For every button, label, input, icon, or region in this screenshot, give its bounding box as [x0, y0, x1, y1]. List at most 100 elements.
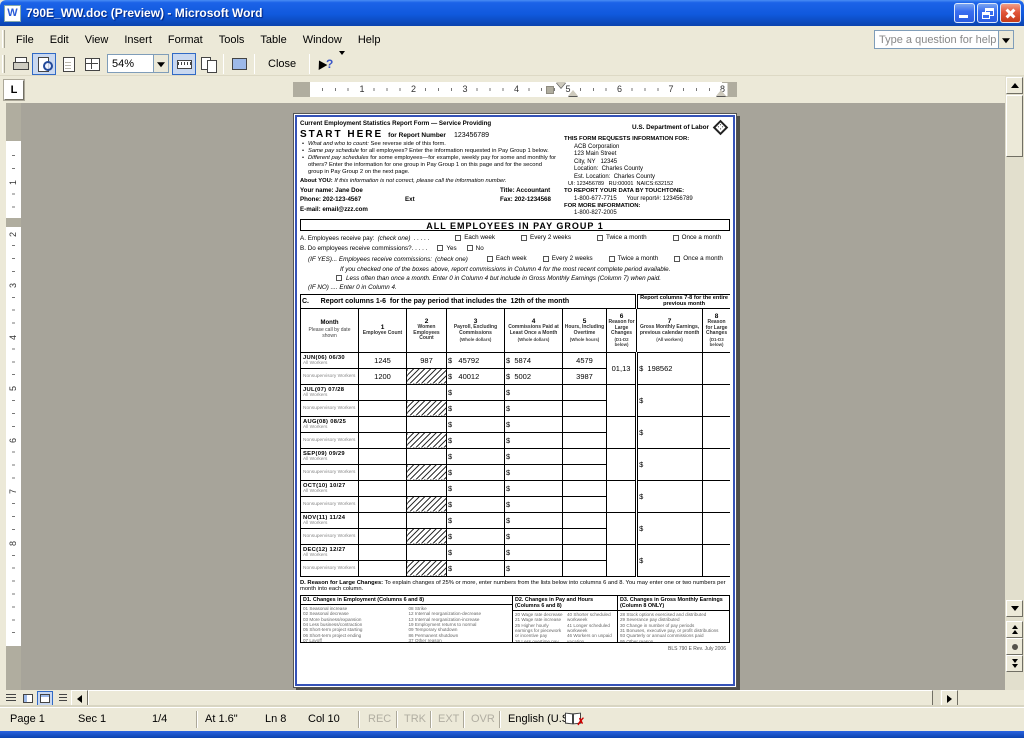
reason-cell-8 [703, 384, 730, 416]
data-cell [407, 368, 447, 384]
next-page-button[interactable] [1006, 655, 1023, 672]
status-ovr-toggle[interactable]: OVR [471, 713, 495, 725]
document-page[interactable]: Current Employment Statistics Report For… [293, 113, 737, 688]
reason-cell-8 [703, 512, 730, 544]
pay-group-header: ALL EMPLOYEES IN PAY GROUP 1 [300, 219, 730, 231]
normal-view-button[interactable] [3, 691, 19, 706]
status-trk-toggle[interactable]: TRK [404, 713, 426, 725]
previous-page-button[interactable] [1006, 621, 1023, 638]
status-page-of: 1/4 [152, 713, 167, 725]
toolbar-options-button[interactable] [339, 55, 345, 73]
data-cell: $ 45792 [447, 352, 505, 368]
d1-box: D1. Changes in Employment (Columns 6 and… [300, 595, 513, 643]
help-dropdown-button[interactable] [998, 31, 1013, 48]
menu-tools[interactable]: Tools [211, 30, 253, 50]
h-ruler-number: 2 [409, 83, 418, 96]
column-header: MonthPlease call by date shown [301, 308, 359, 352]
requests-info-label: THIS FORM REQUESTS INFORMATION FOR: [564, 136, 730, 142]
zoom-dropdown-button[interactable] [153, 55, 168, 72]
data-cell [407, 496, 447, 512]
zoom-combobox[interactable]: 54% [107, 54, 169, 73]
web-layout-icon [23, 694, 33, 703]
menu-view[interactable]: View [77, 30, 117, 50]
tab-stop-selector[interactable]: L [4, 80, 24, 100]
menu-window[interactable]: Window [295, 30, 350, 50]
print-button[interactable] [8, 53, 32, 75]
status-language[interactable]: English (U.S [508, 713, 569, 725]
menu-help[interactable]: Help [350, 30, 389, 50]
help-search-box[interactable]: Type a question for help [874, 30, 1014, 49]
menu-table[interactable]: Table [252, 30, 294, 50]
hanging-indent-marker[interactable] [568, 90, 578, 96]
vertical-scroll-thumb[interactable] [1006, 95, 1023, 157]
checkbox-option: Each week [487, 255, 527, 262]
outline-view-button[interactable] [54, 691, 70, 706]
outline-view-icon [59, 694, 67, 703]
table-column-marker[interactable] [546, 86, 554, 94]
status-ext-toggle[interactable]: EXT [438, 713, 459, 725]
chevron-down-icon [157, 62, 165, 67]
section-d-intro: D. Reason for Large Changes: To explain … [300, 580, 730, 593]
status-rec-toggle[interactable]: REC [368, 713, 391, 725]
data-cell [407, 448, 447, 464]
menu-file[interactable]: File [8, 30, 42, 50]
data-cell [407, 560, 447, 576]
context-help-button[interactable]: ? [313, 53, 337, 75]
horizontal-scroll-track[interactable] [88, 690, 940, 707]
data-cell [359, 416, 407, 432]
spelling-status-icon[interactable]: ✗ [565, 711, 583, 726]
reason-code-item: 37 Other reason [409, 638, 511, 643]
horizontal-scroll-thumb[interactable] [88, 690, 933, 707]
data-cell: $ 5002 [505, 368, 563, 384]
reason-cell [607, 544, 637, 576]
close-preview-button[interactable]: Close [260, 55, 304, 73]
checkbox [609, 256, 615, 262]
data-cell: $ [447, 544, 505, 560]
scroll-left-button[interactable] [71, 690, 88, 707]
scroll-right-button[interactable] [941, 690, 958, 707]
scroll-down-button[interactable] [1006, 600, 1023, 617]
menu-format[interactable]: Format [160, 30, 211, 50]
company-location: Location: Charles County [564, 166, 730, 172]
data-cell: $ [505, 496, 563, 512]
checkbox-option: Twice a month [609, 255, 659, 262]
restore-button[interactable] [977, 3, 998, 23]
multiple-pages-button[interactable] [80, 53, 104, 75]
dol-seal-icon [713, 120, 729, 136]
form-footer: BLS 790 E Rev. July 2006 [300, 646, 730, 652]
first-line-indent-marker[interactable] [556, 82, 566, 88]
close-window-button[interactable] [1000, 3, 1021, 23]
status-page: Page 1 [10, 713, 45, 725]
horizontal-scrollbar[interactable] [0, 690, 1005, 707]
checkbox-label: Every 2 weeks [530, 234, 571, 241]
data-cell: $ [447, 400, 505, 416]
minimize-button[interactable] [954, 3, 975, 23]
vertical-ruler[interactable]: 12345678 [6, 103, 21, 690]
menu-edit[interactable]: Edit [42, 30, 77, 50]
checkbox-label: No [476, 245, 484, 252]
view-ruler-toggle-button[interactable] [172, 53, 196, 75]
menubar-grip-handle[interactable] [2, 30, 5, 48]
one-page-button[interactable] [56, 53, 80, 75]
section-b-options: Each weekEvery 2 weeksTwice a monthOnce … [471, 255, 723, 264]
checkbox-option: Every 2 weeks [543, 255, 593, 262]
shrink-to-fit-button[interactable] [196, 53, 220, 75]
vertical-scrollbar[interactable] [1005, 76, 1024, 690]
d2-box: D2. Changes in Pay and Hours (Columns 6 … [513, 595, 618, 643]
data-cell: 4579 [563, 352, 607, 368]
data-cell: $ [447, 496, 505, 512]
print-layout-view-button[interactable] [37, 691, 53, 706]
bottom-margin-area [6, 646, 21, 690]
horizontal-ruler[interactable]: 12345678 [293, 82, 737, 97]
data-cell: $ [505, 480, 563, 496]
v-ruler-number: 6 [6, 433, 21, 448]
toolbar-grip-handle[interactable] [2, 55, 5, 73]
scroll-up-button[interactable] [1006, 77, 1023, 94]
full-screen-button[interactable] [227, 53, 251, 75]
right-indent-marker[interactable] [716, 90, 726, 96]
menu-insert[interactable]: Insert [116, 30, 160, 50]
select-browse-object-button[interactable] [1006, 638, 1023, 655]
reason-cell-8 [703, 544, 730, 576]
web-layout-view-button[interactable] [20, 691, 36, 706]
magnifier-toggle-button[interactable] [32, 53, 56, 75]
